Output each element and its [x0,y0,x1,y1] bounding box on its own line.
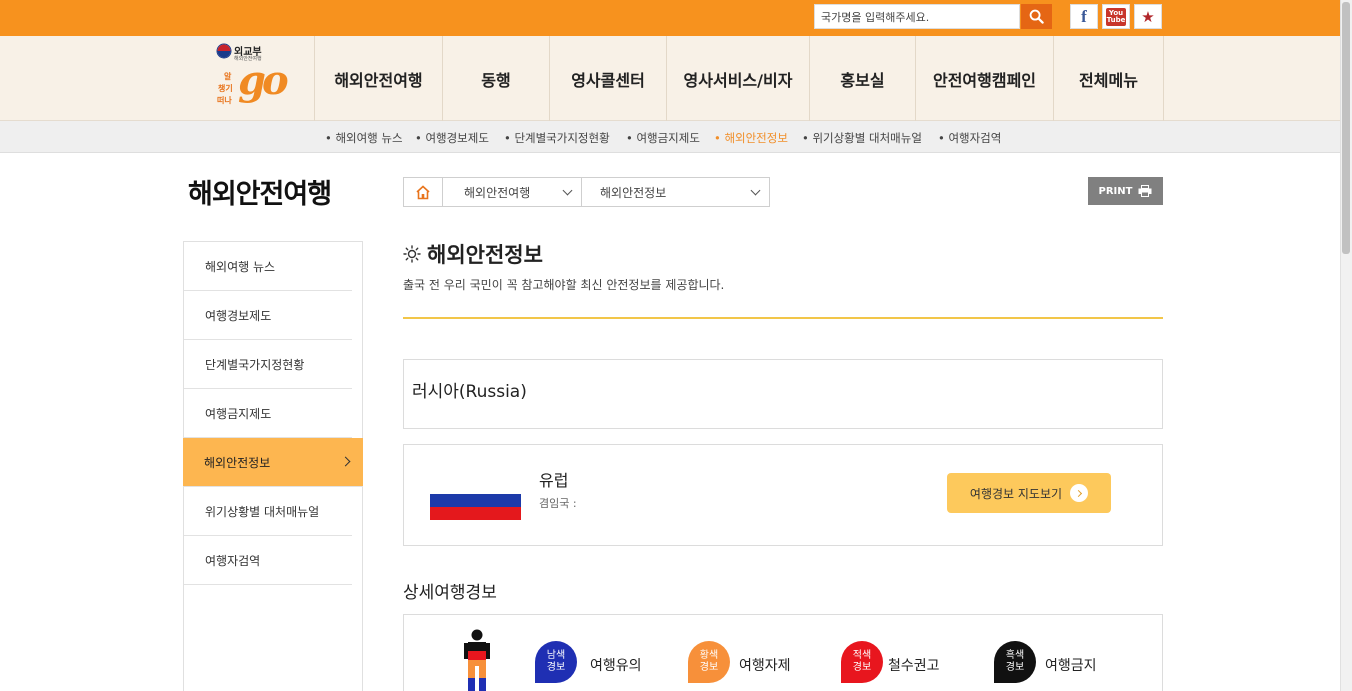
subnav-safety-info[interactable]: • 해외안전정보 [714,130,788,146]
logo-char-3: 떠나 [217,96,232,105]
home-icon [416,184,430,199]
badge-text: 남색 [546,650,566,661]
level-label-caution: 여행유의 [590,658,642,674]
printer-icon [1138,185,1152,197]
sidebar-item-label: 단계별국가지정현황 [205,357,305,372]
sun-icon [403,245,421,263]
badge-text: 경보 [1005,662,1025,673]
sub-navigation: • 해외여행 뉴스 • 여행경보제도 • 단계별국가지정현황 • 여행금지제도 … [0,121,1340,153]
chevron-down-icon [562,185,573,196]
russia-flag-icon [430,481,521,520]
print-button[interactable]: PRINT [1088,177,1163,205]
logo-char-1: 알 [224,72,232,81]
sidebar-item-label: 여행금지제도 [205,406,272,421]
ministry-emblem-icon [216,43,232,59]
badge-text: 적색 [852,650,872,661]
chevron-right-icon [340,456,351,467]
badge-text: 황색 [699,650,719,661]
chevron-down-icon [750,185,761,196]
main-navigation: 외교부 해외안전여행 알 챙기 떠나 go 해외안전여행 동행 영사콜센터 영사… [0,36,1340,121]
breadcrumb-level-2-label: 해외안전정보 [600,185,667,200]
sidebar-item-travel-news[interactable]: 해외여행 뉴스 [184,242,352,291]
breadcrumb-level-1-label: 해외안전여행 [464,185,531,200]
logo-char-2: 챙기 [218,84,233,93]
nav-call-center[interactable]: 영사콜센터 [549,36,666,121]
nav-all-menu[interactable]: 전체메뉴 [1053,36,1164,121]
sidebar-item-level-status[interactable]: 단계별국가지정현황 [184,340,352,389]
map-button-label: 여행경보 지도보기 [969,486,1063,501]
facebook-icon[interactable]: f [1070,4,1098,29]
warning-badge-black: 흑색 경보 [994,641,1036,683]
breadcrumb-home[interactable] [403,177,443,207]
favorite-star-icon[interactable]: ★ [1134,4,1162,29]
divider-line [403,317,1163,319]
nav-companion[interactable]: 동행 [442,36,549,121]
warning-badge-yellow: 황색 경보 [688,641,730,683]
person-figure-icon [464,629,490,691]
breadcrumb-level-2[interactable]: 해외안전정보 [581,177,770,207]
sidebar-item-crisis-manual[interactable]: 위기상황별 대처매뉴얼 [184,487,352,536]
sidebar-item-label: 해외여행 뉴스 [205,259,276,274]
arrow-right-circle-icon [1070,484,1089,502]
warning-badge-red: 적색 경보 [841,641,883,683]
sidebar-item-safety-info[interactable]: 해외안전정보 [183,438,363,487]
level-label-withdraw: 철수권고 [888,658,940,674]
country-header-box: 러시아(Russia) [403,359,1163,429]
search-button[interactable] [1021,4,1052,29]
nav-overseas-safety[interactable]: 해외안전여행 [314,36,442,121]
search-icon [1029,9,1044,24]
region-label: 유럽 [539,471,569,490]
warning-level-box: 남색 경보 여행유의 황색 경보 여행자제 적색 경보 철수권고 흑색 경보 여… [403,614,1163,691]
subnav-quarantine[interactable]: • 여행자검역 [938,130,1001,146]
sidebar-item-quarantine[interactable]: 여행자검역 [184,536,352,585]
nav-consular-visa[interactable]: 영사서비스/비자 [666,36,809,121]
sidebar-item-travel-ban[interactable]: 여행금지제도 [184,389,352,438]
country-info-box: 유럽 겸임국 : 여행경보 지도보기 [403,444,1163,546]
sidebar-menu: 해외여행 뉴스 여행경보제도 단계별국가지정현황 여행금지제도 해외안전정보 위… [183,241,363,691]
country-search-input[interactable]: 국가명을 입력해주세요. [814,4,1020,29]
youtube-icon[interactable]: You Tube [1102,4,1130,29]
subnav-travel-news[interactable]: • 해외여행 뉴스 [325,130,403,146]
content-title-text: 해외안전정보 [427,243,543,267]
page-title: 해외안전여행 [188,179,332,210]
content-title: 해외안전정보 [403,239,543,269]
subnav-crisis-manual[interactable]: • 위기상황별 대처매뉴얼 [802,130,922,146]
sidebar-item-label: 여행자검역 [205,553,261,568]
nav-campaign[interactable]: 안전여행캠페인 [915,36,1053,121]
concurrent-country-label: 겸임국 : [539,497,577,510]
level-label-refrain: 여행자제 [739,658,791,674]
sidebar-item-warning-system[interactable]: 여행경보제도 [184,291,352,340]
badge-text: 경보 [852,662,872,673]
badge-text: 흑색 [1005,650,1025,661]
sidebar-item-label: 여행경보제도 [205,308,272,323]
print-label: PRINT [1098,185,1133,197]
sidebar-item-label: 위기상황별 대처매뉴얼 [205,504,320,519]
subnav-warning-system[interactable]: • 여행경보제도 [415,130,489,146]
nav-pr-office[interactable]: 홍보실 [809,36,915,121]
subnav-level-status[interactable]: • 단계별국가지정현황 [504,130,610,146]
scrollbar-thumb[interactable] [1342,2,1350,254]
subnav-travel-ban[interactable]: • 여행금지제도 [626,130,700,146]
youtube-label-bottom: Tube [1106,15,1126,24]
level-label-ban: 여행금지 [1045,658,1097,674]
content-description: 출국 전 우리 국민이 꼭 참고해야할 최신 안전정보를 제공합니다. [403,278,725,292]
badge-text: 경보 [699,662,719,673]
sidebar-item-label: 해외안전정보 [204,455,271,470]
logo-go-mark: go [238,57,289,104]
badge-text: 경보 [546,662,566,673]
travel-warning-map-button[interactable]: 여행경보 지도보기 [947,473,1111,513]
breadcrumb-level-1[interactable]: 해외안전여행 [442,177,582,207]
site-logo[interactable]: 외교부 해외안전여행 알 챙기 떠나 go [214,41,289,117]
section-title-detailed-warning: 상세여행경보 [403,583,497,603]
country-name: 러시아(Russia) [412,382,527,402]
warning-badge-blue: 남색 경보 [535,641,577,683]
